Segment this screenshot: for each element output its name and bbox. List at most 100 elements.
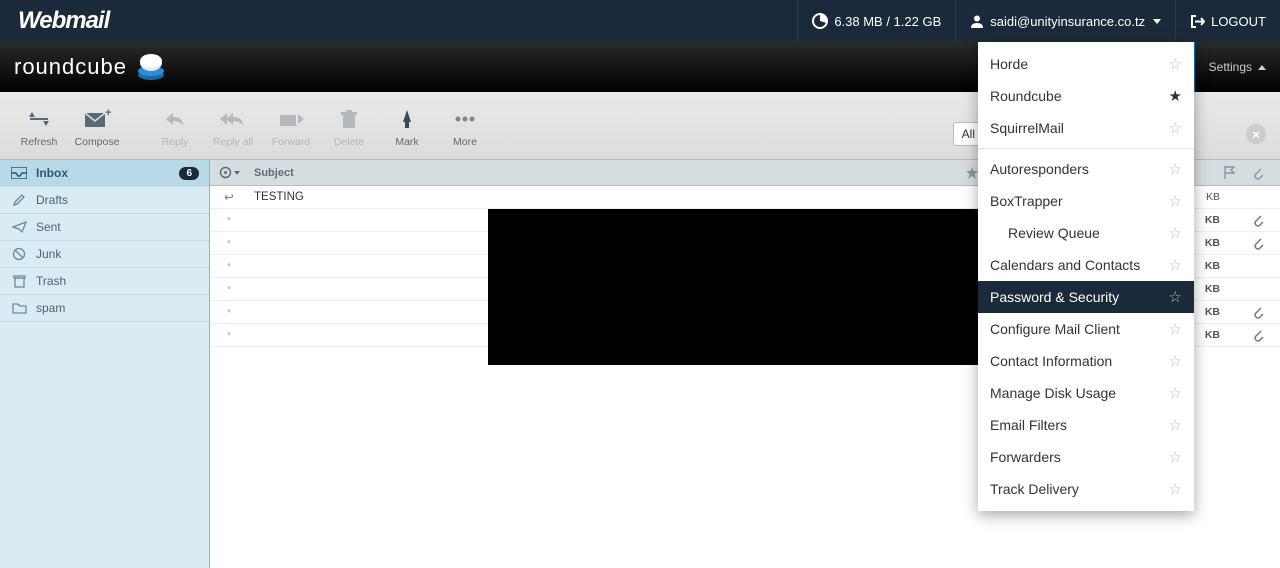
favorite-star-icon[interactable]: ☆ — [1169, 480, 1182, 498]
list-options-button[interactable] — [210, 166, 248, 179]
dropdown-label: Configure Mail Client — [990, 321, 1169, 337]
user-email: saidi@unityinsurance.co.tz — [990, 14, 1145, 29]
favorite-star-icon[interactable]: ☆ — [1169, 288, 1182, 306]
dropdown-item[interactable]: Password & Security☆ — [978, 281, 1194, 313]
folder-label: Drafts — [36, 193, 199, 207]
row-subject: TESTING — [248, 191, 966, 203]
refresh-label: Refresh — [21, 136, 58, 148]
reply-all-label: Reply all — [213, 136, 253, 148]
dropdown-item[interactable]: Track Delivery☆ — [978, 473, 1194, 505]
folder-spam[interactable]: spam — [0, 295, 209, 322]
roundcube-brand: roundcube — [14, 49, 169, 85]
logout-icon — [1190, 14, 1205, 29]
search-clear-button[interactable]: × — [1246, 124, 1266, 144]
dropdown-label: Contact Information — [990, 353, 1169, 369]
folder-label: Sent — [36, 220, 199, 234]
mark-icon — [397, 108, 417, 130]
settings-link[interactable]: Settings — [1195, 42, 1280, 92]
folder-sent[interactable]: Sent — [0, 214, 209, 241]
dropdown-item[interactable]: Contact Information☆ — [978, 345, 1194, 377]
pie-icon — [812, 13, 828, 29]
quota-indicator[interactable]: 6.38 MB / 1.22 GB — [797, 0, 955, 42]
replied-icon: ↩ — [224, 190, 234, 204]
mark-label: Mark — [395, 136, 418, 148]
dropdown-label: BoxTrapper — [990, 193, 1169, 209]
favorite-star-icon[interactable]: ☆ — [1169, 192, 1182, 210]
favorite-star-icon[interactable]: ☆ — [1169, 119, 1182, 137]
favorite-star-icon[interactable]: ☆ — [1169, 416, 1182, 434]
flag-icon — [1224, 166, 1235, 179]
dropdown-item[interactable]: Manage Disk Usage☆ — [978, 377, 1194, 409]
more-label: More — [453, 136, 477, 148]
logout-button[interactable]: LOGOUT — [1175, 0, 1280, 42]
folder-label: Inbox — [36, 166, 179, 180]
dropdown-label: Review Queue — [1008, 225, 1169, 241]
favorite-star-icon[interactable]: ☆ — [1169, 384, 1182, 402]
dropdown-item[interactable]: Calendars and Contacts☆ — [978, 249, 1194, 281]
bullet-icon: • — [227, 260, 231, 272]
more-button[interactable]: More — [436, 104, 494, 148]
star-icon — [966, 167, 978, 179]
quota-text: 6.38 MB / 1.22 GB — [834, 14, 941, 29]
reply-all-icon — [219, 110, 247, 128]
favorite-star-icon[interactable]: ☆ — [1169, 256, 1182, 274]
dropdown-item[interactable]: Autoresponders☆ — [978, 153, 1194, 185]
dropdown-item[interactable]: Review Queue☆ — [978, 217, 1194, 249]
trash-icon — [339, 109, 359, 129]
paperclip-icon — [1252, 166, 1264, 180]
dropdown-item[interactable]: BoxTrapper☆ — [978, 185, 1194, 217]
reply-label: Reply — [162, 136, 189, 148]
trash-folder-icon — [10, 274, 28, 288]
favorite-star-icon[interactable]: ★ — [1169, 87, 1182, 105]
folder-drafts[interactable]: Drafts — [0, 187, 209, 214]
folder-trash[interactable]: Trash — [0, 268, 209, 295]
reply-button: Reply — [146, 104, 204, 148]
reply-all-button: Reply all — [204, 104, 262, 148]
folder-inbox[interactable]: Inbox 6 — [0, 160, 209, 187]
column-subject[interactable]: Subject — [248, 167, 966, 179]
favorite-star-icon[interactable]: ☆ — [1169, 352, 1182, 370]
dropdown-item[interactable]: Roundcube★ — [978, 80, 1194, 112]
folder-junk[interactable]: Junk — [0, 241, 209, 268]
webmail-logo: Webmail — [0, 7, 109, 35]
dropdown-item[interactable]: Horde☆ — [978, 48, 1194, 80]
favorite-star-icon[interactable]: ☆ — [1169, 55, 1182, 73]
dropdown-label: Track Delivery — [990, 481, 1169, 497]
user-menu-trigger[interactable]: saidi@unityinsurance.co.tz — [955, 0, 1175, 42]
bullet-icon: • — [227, 237, 231, 249]
svg-text:+: + — [105, 109, 111, 119]
dropdown-separator — [978, 148, 1194, 149]
compose-button[interactable]: + Compose — [68, 104, 126, 148]
user-dropdown: Horde☆Roundcube★SquirrelMail☆ Autorespon… — [978, 42, 1194, 511]
favorite-star-icon[interactable]: ☆ — [1169, 320, 1182, 338]
column-flag[interactable] — [1224, 166, 1252, 179]
forward-label: Forward — [272, 136, 311, 148]
close-icon: × — [1252, 127, 1260, 142]
gear-icon — [219, 166, 232, 179]
dropdown-label: Autoresponders — [990, 161, 1169, 177]
forward-button: Forward — [262, 104, 320, 148]
dropdown-label: SquirrelMail — [990, 120, 1169, 136]
junk-icon — [10, 247, 28, 261]
delete-button: Delete — [320, 104, 378, 148]
favorite-star-icon[interactable]: ☆ — [1169, 224, 1182, 242]
dropdown-label: Forwarders — [990, 449, 1169, 465]
forward-icon — [278, 110, 304, 128]
dropdown-item[interactable]: SquirrelMail☆ — [978, 112, 1194, 144]
favorite-star-icon[interactable]: ☆ — [1169, 448, 1182, 466]
dropdown-item[interactable]: Email Filters☆ — [978, 409, 1194, 441]
triangle-up-icon — [1258, 65, 1266, 70]
sent-icon — [10, 220, 28, 234]
filter-value: All — [962, 127, 975, 141]
refresh-button[interactable]: Refresh — [10, 104, 68, 148]
dropdown-label: Password & Security — [990, 289, 1169, 305]
dropdown-item[interactable]: Configure Mail Client☆ — [978, 313, 1194, 345]
dropdown-item[interactable]: Forwarders☆ — [978, 441, 1194, 473]
inbox-icon — [10, 166, 28, 180]
favorite-star-icon[interactable]: ☆ — [1169, 160, 1182, 178]
reply-icon — [163, 110, 187, 128]
folder-label: spam — [36, 301, 199, 315]
mark-button[interactable]: Mark — [378, 104, 436, 148]
column-attachment[interactable] — [1252, 166, 1280, 180]
compose-icon: + — [83, 109, 111, 129]
